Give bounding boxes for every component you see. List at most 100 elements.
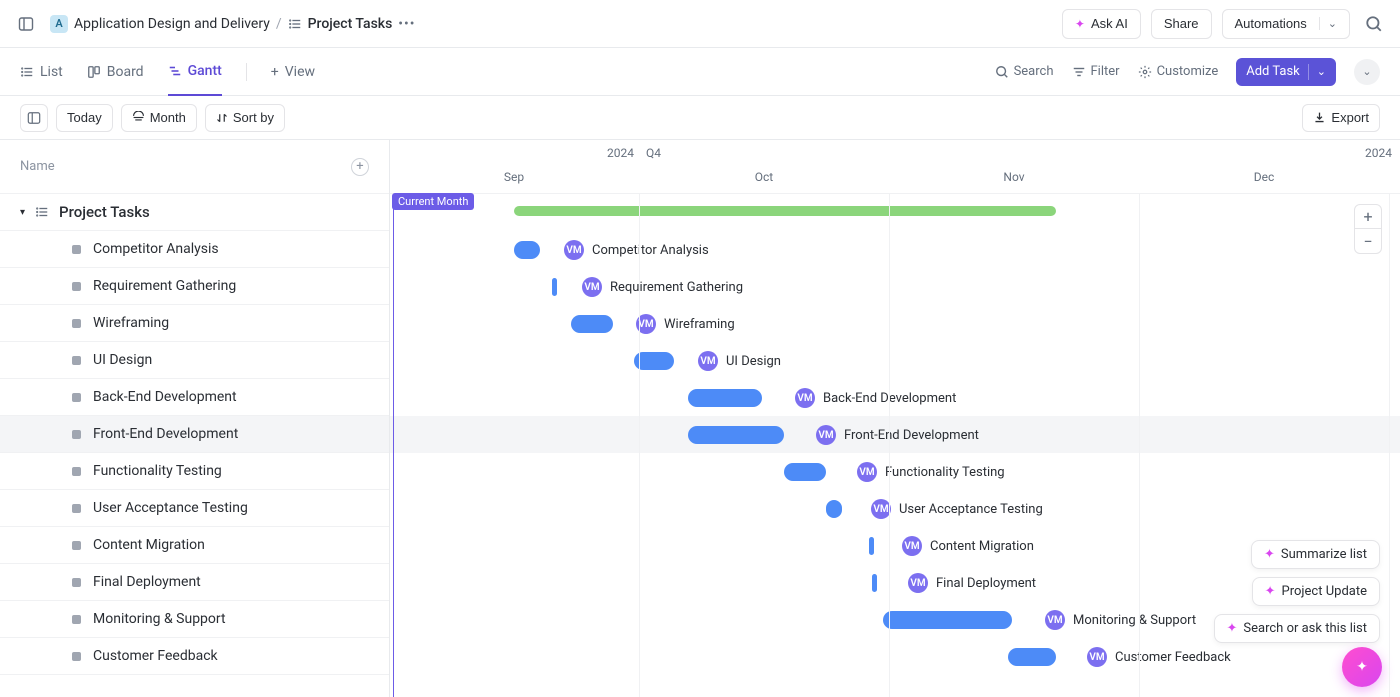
chevron-down-icon[interactable]: ⌄	[1319, 17, 1337, 30]
sort-button[interactable]: Sort by	[205, 104, 285, 132]
task-row[interactable]: Wireframing	[0, 305, 389, 342]
task-bar[interactable]	[571, 315, 613, 333]
status-icon	[72, 282, 81, 291]
sparkle-icon: ✦	[1264, 547, 1275, 562]
gantt-row: VMCompetitor Analysis	[390, 231, 1400, 268]
list-icon	[35, 205, 49, 219]
task-name: Content Migration	[93, 537, 205, 553]
task-group-header[interactable]: ▾ Project Tasks	[0, 194, 389, 231]
filter-button[interactable]: Filter	[1072, 64, 1120, 79]
task-name: Back-End Development	[93, 389, 237, 405]
month-label: Oct	[755, 170, 773, 184]
breadcrumb: A Application Design and Delivery / Proj…	[50, 15, 415, 33]
ai-fab-button[interactable]: ✦	[1342, 647, 1382, 687]
assignee-avatar[interactable]: VM	[582, 277, 602, 297]
export-button[interactable]: Export	[1302, 104, 1380, 132]
panel-toggle-icon[interactable]	[20, 104, 48, 132]
task-row[interactable]: Monitoring & Support	[0, 601, 389, 638]
task-bar[interactable]	[634, 352, 674, 370]
task-bar-label: VMFront-End Development	[816, 425, 979, 445]
workspace-badge[interactable]: A	[50, 15, 68, 33]
assignee-avatar[interactable]: VM	[564, 240, 584, 260]
task-row[interactable]: Functionality Testing	[0, 453, 389, 490]
task-bar-label: VMUI Design	[698, 351, 781, 371]
today-button[interactable]: Today	[56, 104, 113, 132]
group-name: Project Tasks	[59, 203, 150, 221]
assignee-avatar[interactable]: VM	[698, 351, 718, 371]
task-row[interactable]: Back-End Development	[0, 379, 389, 416]
task-name: User Acceptance Testing	[93, 500, 248, 516]
workspace-name[interactable]: Application Design and Delivery	[74, 16, 270, 32]
task-name: Competitor Analysis	[93, 241, 219, 257]
ask-ai-button[interactable]: ✦Ask AI	[1062, 9, 1141, 39]
customize-button[interactable]: Customize	[1138, 64, 1219, 79]
task-bar[interactable]	[826, 500, 842, 518]
task-row[interactable]: UI Design	[0, 342, 389, 379]
ai-search-button[interactable]: ✦Search or ask this list	[1214, 614, 1381, 643]
view-tab-list[interactable]: List	[20, 48, 63, 96]
assignee-avatar[interactable]: VM	[816, 425, 836, 445]
status-icon	[72, 393, 81, 402]
task-bar[interactable]	[883, 611, 1012, 629]
task-bar-label: VMCompetitor Analysis	[564, 240, 709, 260]
zoom-in-button[interactable]: +	[1355, 205, 1381, 229]
task-row[interactable]: Competitor Analysis	[0, 231, 389, 268]
task-name: Wireframing	[93, 315, 169, 331]
task-bar[interactable]	[872, 574, 877, 592]
plus-icon: +	[271, 64, 279, 80]
assignee-avatar[interactable]: VM	[908, 573, 928, 593]
ai-project-update-button[interactable]: ✦Project Update	[1252, 577, 1380, 606]
task-row[interactable]: Content Migration	[0, 527, 389, 564]
assignee-avatar[interactable]: VM	[1045, 610, 1065, 630]
task-row[interactable]: Front-End Development	[0, 416, 389, 453]
quarter-label: Q4	[646, 146, 661, 160]
more-icon[interactable]: •••	[398, 16, 415, 32]
view-tab-gantt[interactable]: Gantt	[168, 48, 222, 96]
search-button[interactable]: Search	[995, 64, 1054, 79]
group-summary-bar[interactable]	[514, 206, 1056, 216]
assignee-avatar[interactable]: VM	[795, 388, 815, 408]
task-bar[interactable]	[1008, 648, 1056, 666]
view-tab-board[interactable]: Board	[87, 48, 144, 96]
automations-button[interactable]: Automations⌄	[1222, 9, 1350, 39]
gantt-row: VMFront-End Development	[390, 416, 1400, 453]
sparkle-icon: ✦	[1265, 584, 1276, 599]
sidebar-toggle-icon[interactable]	[12, 10, 40, 38]
year-label-right: 2024	[1365, 146, 1392, 160]
assignee-avatar[interactable]: VM	[857, 462, 877, 482]
assignee-avatar[interactable]: VM	[902, 536, 922, 556]
task-bar[interactable]	[552, 278, 557, 296]
task-bar-label: VMBack-End Development	[795, 388, 956, 408]
task-bar-label: VMFinal Deployment	[908, 573, 1036, 593]
zoom-out-button[interactable]: −	[1355, 229, 1381, 253]
task-row[interactable]: Requirement Gathering	[0, 268, 389, 305]
gantt-row: VMFunctionality Testing	[390, 453, 1400, 490]
task-row[interactable]: User Acceptance Testing	[0, 490, 389, 527]
task-bar[interactable]	[688, 426, 784, 444]
task-bar[interactable]	[514, 241, 540, 259]
task-row[interactable]: Final Deployment	[0, 564, 389, 601]
task-row[interactable]: Customer Feedback	[0, 638, 389, 675]
current-month-badge: Current Month	[392, 193, 474, 210]
search-icon[interactable]	[1360, 10, 1388, 38]
assignee-avatar[interactable]: VM	[1087, 647, 1107, 667]
status-icon	[72, 319, 81, 328]
status-icon	[72, 652, 81, 661]
month-picker[interactable]: Month	[121, 104, 197, 132]
page-title[interactable]: Project Tasks	[308, 16, 393, 32]
sparkle-icon: ✦	[1075, 17, 1085, 31]
task-bar[interactable]	[784, 463, 826, 481]
add-view-button[interactable]: + View	[271, 48, 315, 96]
task-bar[interactable]	[869, 537, 874, 555]
task-name: Final Deployment	[93, 574, 201, 590]
assignee-avatar[interactable]: VM	[871, 499, 891, 519]
ai-summarize-button[interactable]: ✦Summarize list	[1251, 540, 1380, 569]
chevron-down-icon[interactable]: ⌄	[1317, 65, 1326, 78]
more-options-button[interactable]: ⌄	[1354, 59, 1380, 85]
task-bar-label: VMFunctionality Testing	[857, 462, 1005, 482]
add-column-icon[interactable]: +	[351, 158, 369, 176]
add-task-button[interactable]: Add Task ⌄	[1236, 58, 1336, 86]
task-bar[interactable]	[688, 389, 762, 407]
status-icon	[72, 578, 81, 587]
share-button[interactable]: Share	[1151, 9, 1212, 39]
